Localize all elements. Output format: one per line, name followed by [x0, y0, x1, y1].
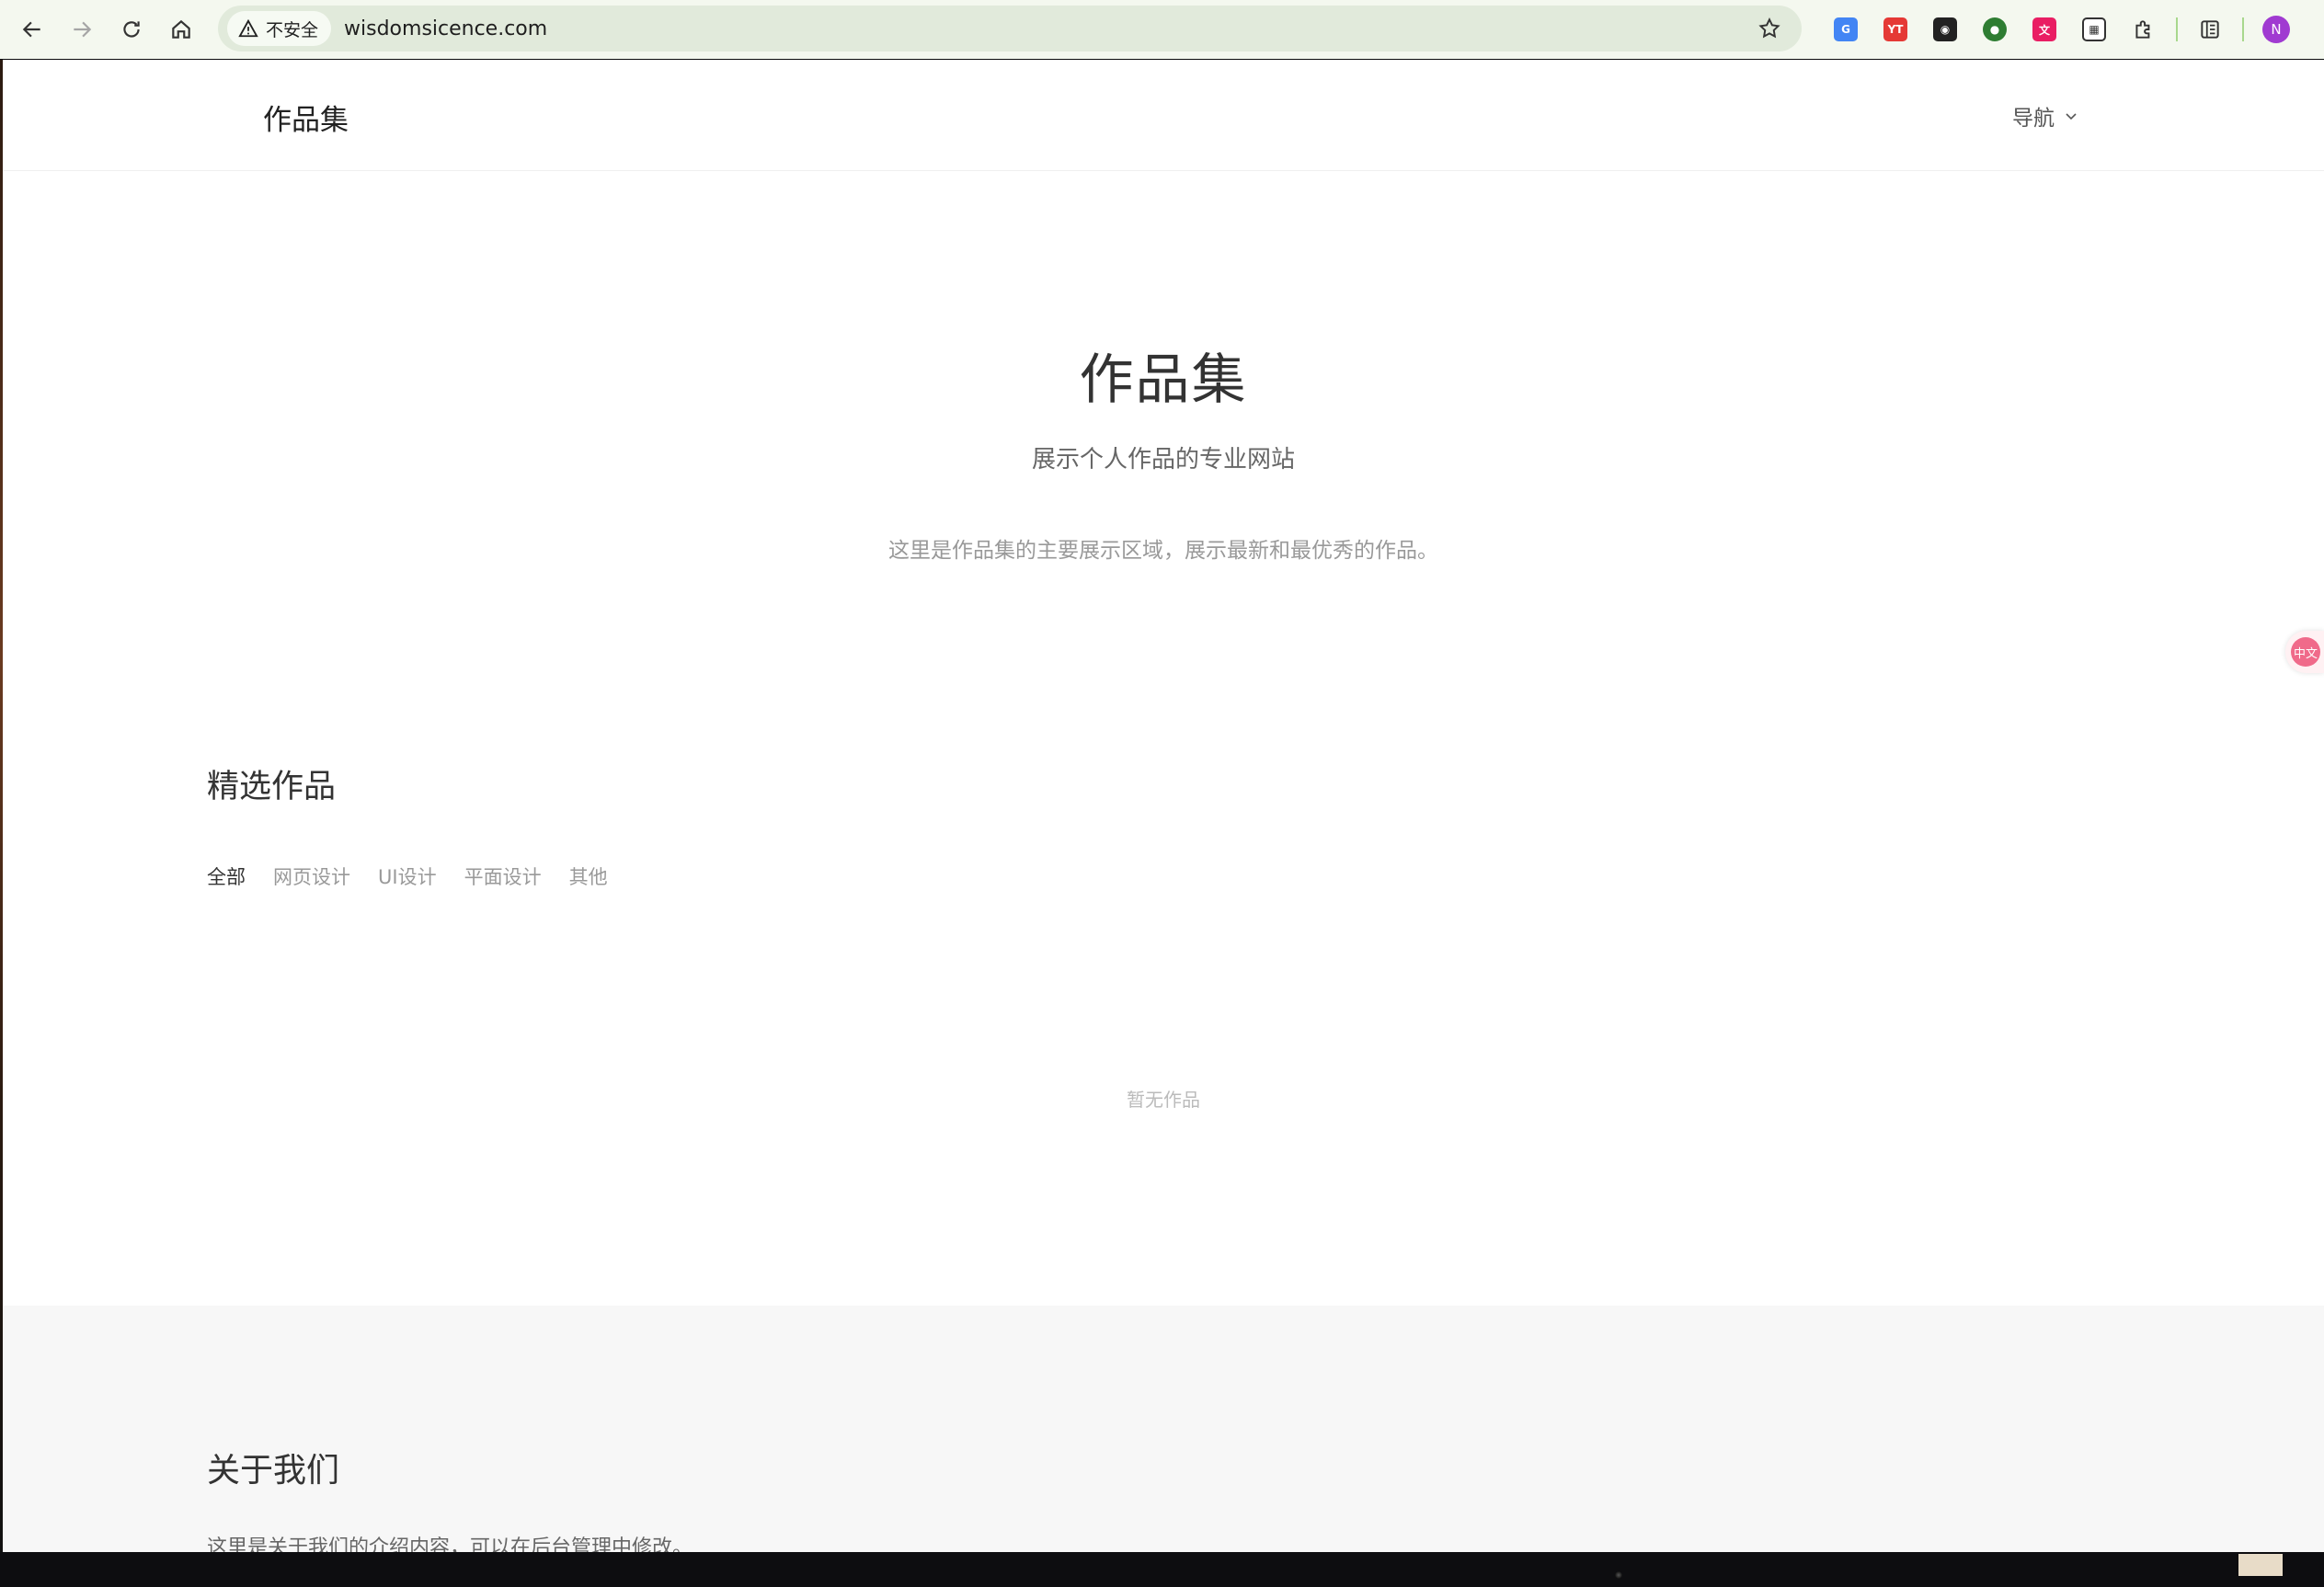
translate-icon: 文: [2032, 17, 2056, 41]
hero-title: 作品集: [1079, 348, 1248, 411]
star-icon[interactable]: [1757, 17, 1781, 40]
filter-other[interactable]: 其他: [569, 862, 608, 890]
extensions-menu-button[interactable]: [2119, 5, 2169, 54]
filter-all[interactable]: 全部: [207, 862, 246, 890]
profile-button[interactable]: N: [2251, 5, 2301, 54]
site-header: 作品集 导航: [3, 60, 2324, 171]
translate-pink-extension[interactable]: 文: [2020, 5, 2069, 54]
google-translate-icon: G: [1834, 17, 1858, 41]
glasses-extension[interactable]: ◉: [1920, 5, 1970, 54]
desktop-background: [0, 1552, 2324, 1587]
filter-ui-design[interactable]: UI设计: [378, 862, 437, 890]
translate-widget-icon: 中文: [2291, 637, 2320, 667]
globe-icon: ●: [1983, 17, 2007, 41]
back-button[interactable]: [7, 5, 57, 54]
security-chip[interactable]: 不安全: [227, 11, 332, 46]
reload-button[interactable]: [107, 5, 156, 54]
about-text: 这里是关于我们的介绍内容，可以在后台管理中修改。: [207, 1536, 693, 1552]
page-viewport: 作品集 导航 作品集 展示个人作品的专业网站 这里是作品集的主要展示区域，展示最…: [3, 60, 2324, 1552]
browser-toolbar: 不安全 wisdomsicence.com G YT ◉ ● 文 ▦ N: [0, 0, 2324, 59]
chevron-down-icon: [2066, 113, 2077, 120]
glasses-icon: ◉: [1933, 17, 1957, 41]
globe-extension[interactable]: ●: [1970, 5, 2020, 54]
site-logo[interactable]: 作品集: [263, 97, 349, 138]
toolbar-divider: [2176, 17, 2178, 41]
hero-description: 这里是作品集的主要展示区域，展示最新和最优秀的作品。: [888, 539, 1438, 563]
puzzle-icon: [2135, 20, 2150, 39]
nav-label: 导航: [2012, 107, 2055, 131]
works-section-title: 精选作品: [207, 769, 337, 805]
works-filter-tabs: 全部 网页设计 UI设计 平面设计 其他: [207, 862, 608, 890]
warning-icon: [238, 18, 258, 38]
google-translate-extension[interactable]: G: [1821, 5, 1871, 54]
empty-works-message: 暂无作品: [1127, 1089, 1200, 1111]
security-label: 不安全: [266, 19, 319, 40]
side-panel-button[interactable]: [2185, 5, 2235, 54]
avatar: N: [2262, 16, 2290, 43]
filter-graphic-design[interactable]: 平面设计: [464, 862, 542, 890]
url-text[interactable]: wisdomsicence.com: [344, 17, 547, 40]
qr-code-icon: ▦: [2082, 17, 2106, 41]
qr-code-extension[interactable]: ▦: [2069, 5, 2119, 54]
home-icon: [172, 19, 190, 39]
side-panel-icon: [2201, 20, 2219, 39]
extensions-area: G YT ◉ ● 文 ▦ N: [1821, 0, 2301, 59]
forward-button[interactable]: [57, 5, 107, 54]
desktop-thumbnail: [2238, 1554, 2283, 1576]
youtube-extension[interactable]: YT: [1871, 5, 1920, 54]
toolbar-divider: [2242, 17, 2244, 41]
nav-dropdown[interactable]: 导航: [2012, 100, 2078, 131]
youtube-icon: YT: [1883, 17, 1907, 41]
reload-icon: [123, 21, 140, 38]
arrow-right-icon: [74, 21, 92, 38]
arrow-left-icon: [22, 21, 40, 38]
about-title: 关于我们: [207, 1452, 340, 1490]
translate-widget[interactable]: 中文: [2285, 631, 2324, 673]
filter-web-design[interactable]: 网页设计: [273, 862, 350, 890]
about-section: 关于我们 这里是关于我们的介绍内容，可以在后台管理中修改。: [3, 1306, 2324, 1552]
hero-subtitle: 展示个人作品的专业网站: [1031, 446, 1295, 474]
address-bar[interactable]: 不安全 wisdomsicence.com: [218, 6, 1802, 51]
home-button[interactable]: [156, 5, 206, 54]
